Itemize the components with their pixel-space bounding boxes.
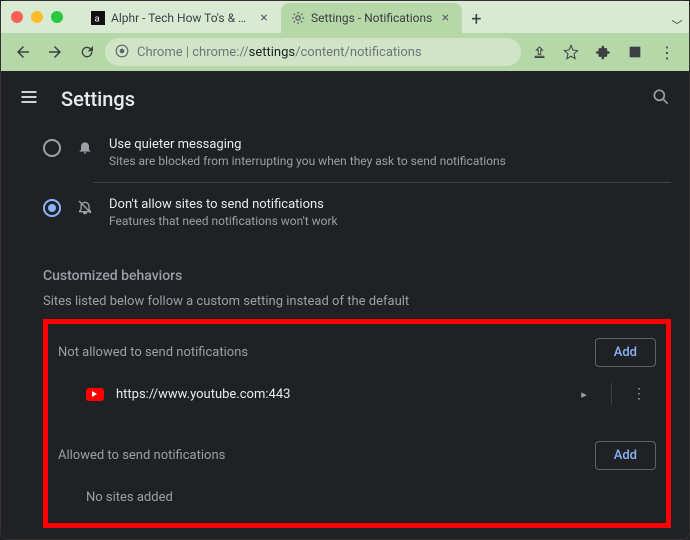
- tab-alphr[interactable]: a Alphr - Tech How To's & Guides ×: [81, 3, 281, 33]
- youtube-icon: [86, 388, 104, 401]
- site-row-youtube[interactable]: https://www.youtube.com:443 ▸ ⋮: [54, 373, 660, 415]
- option-sub: Sites are blocked from interrupting you …: [109, 154, 506, 168]
- search-icon[interactable]: [651, 87, 671, 111]
- close-tab-icon[interactable]: ×: [438, 10, 452, 26]
- omnibox-url: Chrome | chrome://settings/content/notif…: [137, 45, 422, 60]
- chevron-right-icon[interactable]: ▸: [569, 388, 599, 401]
- tab-strip: a Alphr - Tech How To's & Guides × Setti…: [1, 1, 689, 33]
- account-icon[interactable]: [621, 38, 649, 66]
- extensions-icon[interactable]: [589, 38, 617, 66]
- settings-header: Settings: [1, 71, 689, 127]
- chrome-page-icon: [115, 44, 129, 61]
- allowed-empty-text: No sites added: [54, 476, 660, 505]
- option-dont-allow[interactable]: Don't allow sites to send notifications …: [43, 187, 671, 238]
- tab-settings[interactable]: Settings - Notifications ×: [281, 3, 462, 33]
- tabs-dropdown-icon[interactable]: ﹀: [665, 17, 689, 33]
- browser-toolbar: Chrome | chrome://settings/content/notif…: [1, 33, 689, 71]
- forward-button[interactable]: [41, 38, 69, 66]
- bell-icon: [75, 139, 95, 155]
- back-button[interactable]: [9, 38, 37, 66]
- share-icon[interactable]: [525, 38, 553, 66]
- site-url: https://www.youtube.com:443: [116, 387, 557, 402]
- close-window-button[interactable]: [11, 11, 23, 23]
- option-title: Don't allow sites to send notifications: [109, 197, 338, 212]
- minimize-window-button[interactable]: [31, 11, 43, 23]
- not-allowed-label: Not allowed to send notifications: [58, 345, 248, 360]
- close-tab-icon[interactable]: ×: [257, 10, 271, 26]
- tab-label: Alphr - Tech How To's & Guides: [111, 11, 251, 25]
- option-title: Use quieter messaging: [109, 137, 506, 152]
- settings-content: Use quieter messaging Sites are blocked …: [1, 127, 689, 528]
- add-not-allowed-button[interactable]: Add: [595, 338, 656, 367]
- gear-icon: [291, 11, 305, 25]
- browser-menu-icon[interactable]: ⋮: [653, 38, 681, 66]
- radio-selected[interactable]: [43, 199, 61, 217]
- radio-unselected[interactable]: [43, 139, 61, 157]
- reload-button[interactable]: [73, 38, 101, 66]
- site-row-menu-icon[interactable]: ⋮: [624, 386, 654, 402]
- svg-text:a: a: [95, 14, 100, 25]
- option-sub: Features that need notifications won't w…: [109, 214, 338, 228]
- tab-label: Settings - Notifications: [311, 11, 432, 25]
- bell-off-icon: [75, 199, 95, 215]
- customized-behaviors-heading: Customized behaviors: [43, 268, 671, 284]
- add-allowed-button[interactable]: Add: [595, 441, 656, 470]
- new-tab-button[interactable]: +: [462, 5, 490, 33]
- favicon-alphr: a: [91, 11, 105, 25]
- divider: [93, 182, 671, 183]
- menu-icon[interactable]: [19, 87, 43, 111]
- bookmark-star-icon[interactable]: [557, 38, 585, 66]
- not-allowed-header: Not allowed to send notifications Add: [54, 332, 660, 373]
- maximize-window-button[interactable]: [51, 11, 63, 23]
- allowed-label: Allowed to send notifications: [58, 448, 225, 463]
- page-title: Settings: [61, 87, 651, 111]
- customized-behaviors-sub: Sites listed below follow a custom setti…: [43, 294, 671, 309]
- divider: [611, 383, 612, 405]
- allowed-header: Allowed to send notifications Add: [54, 435, 660, 476]
- traffic-lights: [11, 11, 63, 23]
- annotation-highlight: Not allowed to send notifications Add ht…: [43, 319, 671, 528]
- option-quieter-messaging[interactable]: Use quieter messaging Sites are blocked …: [43, 127, 671, 178]
- omnibox[interactable]: Chrome | chrome://settings/content/notif…: [105, 38, 521, 66]
